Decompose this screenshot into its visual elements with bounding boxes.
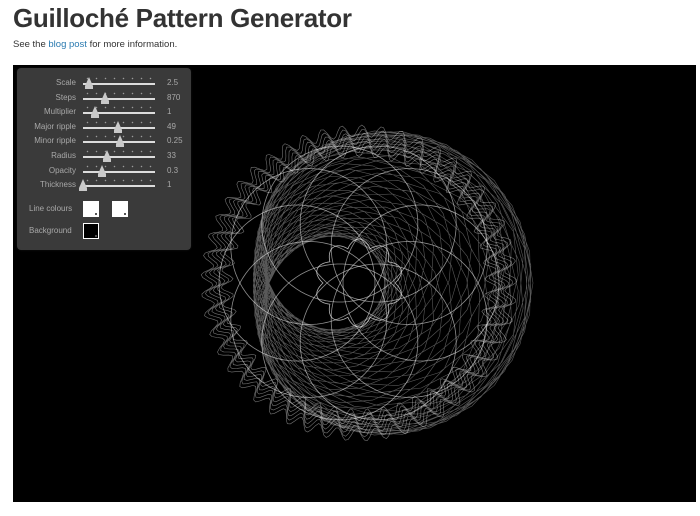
steps-slider-track[interactable] [83, 97, 155, 100]
multiplier-label: Multiplier [43, 107, 76, 117]
page-subtitle: See the blog post for more information. [13, 38, 177, 52]
opacity-value: 0.3 [167, 165, 179, 175]
thickness-slider-ticks [83, 179, 155, 183]
steps-value: 870 [167, 92, 181, 102]
controls-panel: Scale 2.5 Steps 870 Multiplier 1 Major ripple 4… [17, 68, 191, 250]
line-colour-swatch-2[interactable] [112, 201, 128, 217]
swatch-corner-icon [95, 235, 97, 237]
radius-slider-track[interactable] [83, 156, 155, 158]
subtitle-text-after: for more information. [86, 39, 178, 50]
slider-row-scale: Scale 2.5 [17, 76, 191, 90]
line-colour-swatch-1[interactable] [83, 201, 99, 217]
pattern-loop-path [261, 145, 419, 303]
slider-row-radius: Radius 33 [17, 149, 191, 163]
opacity-slider-handle[interactable] [98, 164, 107, 177]
pattern-ring-path [200, 124, 518, 441]
scale-slider-track[interactable] [83, 83, 155, 85]
radius-slider-handle[interactable] [102, 150, 111, 162]
scale-label: Scale [55, 78, 76, 87]
steps-label: Steps [55, 92, 76, 102]
swatch-corner-icon [95, 213, 97, 215]
thickness-slider-handle[interactable] [79, 179, 87, 192]
pattern-canvas[interactable]: Scale 2.5 Steps 870 Multiplier 1 Major ripple 4… [13, 65, 696, 502]
pattern-loop-path [299, 145, 457, 303]
slider-row-steps: Steps 870 [17, 91, 191, 105]
swatch-corner-icon [124, 213, 126, 215]
scale-value: 2.5 [167, 78, 179, 87]
slider-row-major-ripple: Major ripple 49 [17, 120, 191, 134]
opacity-label: Opacity [48, 165, 76, 175]
radius-value: 33 [167, 151, 176, 160]
slider-row-opacity: Opacity 0.3 [17, 164, 191, 178]
slider-row-minor-ripple: Minor ripple 0.25 [17, 134, 191, 148]
scale-slider-ticks [83, 77, 155, 80]
minor-ripple-label: Minor ripple [34, 136, 76, 146]
line-colours-label: Line colours [29, 204, 73, 213]
subtitle-text-before: See the [13, 39, 49, 50]
blog-post-link[interactable]: blog post [48, 39, 87, 50]
pattern-loop-path [299, 263, 457, 421]
radius-slider-ticks [83, 150, 155, 153]
major-ripple-label: Major ripple [34, 121, 76, 131]
pattern-loop-path [330, 241, 488, 398]
steps-slider-ticks [83, 91, 155, 95]
opacity-slider-ticks [83, 164, 155, 168]
thickness-label: Thickness [39, 180, 76, 190]
opacity-slider-track[interactable] [83, 170, 155, 173]
multiplier-slider-handle[interactable] [91, 106, 100, 119]
radius-label: Radius [51, 151, 76, 160]
background-colour-swatch[interactable] [83, 223, 99, 239]
major-ripple-slider-handle[interactable] [114, 120, 123, 133]
multiplier-value: 1 [167, 107, 172, 117]
page-title: Guilloché Pattern Generator [13, 3, 352, 33]
scale-slider-handle[interactable] [84, 77, 93, 89]
background-label: Background [29, 226, 72, 235]
minor-ripple-slider-handle[interactable] [115, 135, 124, 148]
minor-ripple-value: 0.25 [167, 136, 183, 146]
slider-row-multiplier: Multiplier 1 [17, 105, 191, 119]
steps-slider-handle[interactable] [101, 91, 110, 104]
thickness-slider-track[interactable] [83, 185, 155, 188]
slider-row-thickness: Thickness 1 [17, 178, 191, 192]
major-ripple-value: 49 [167, 121, 176, 131]
pattern-loop-path [330, 168, 488, 325]
pattern-loop-path [261, 263, 419, 421]
thickness-value: 1 [167, 180, 172, 190]
